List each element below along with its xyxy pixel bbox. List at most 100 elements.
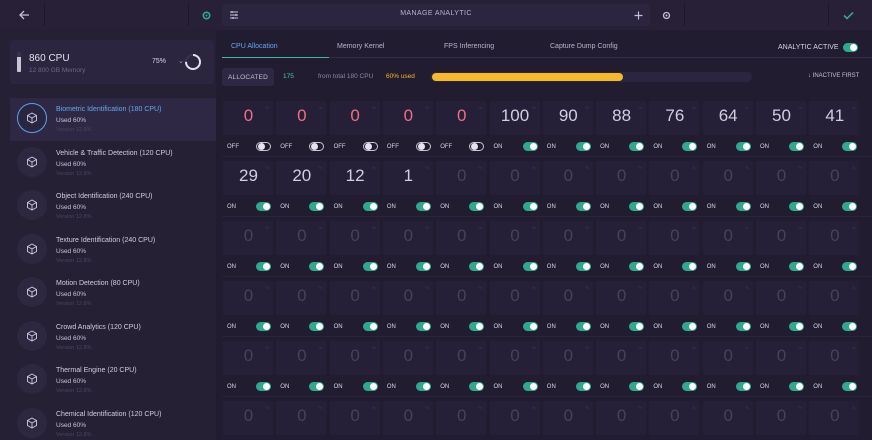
cell-toggle[interactable] xyxy=(522,262,538,271)
cell-toggle[interactable] xyxy=(522,322,538,331)
cell-toggle[interactable] xyxy=(309,382,325,391)
cell-toggle[interactable] xyxy=(842,382,858,391)
cell-toggle[interactable] xyxy=(469,262,485,271)
cell-state-label: ON xyxy=(493,324,503,330)
cell-toggle[interactable] xyxy=(362,262,378,271)
cell-toggle[interactable] xyxy=(629,142,645,151)
check-icon[interactable] xyxy=(838,6,858,24)
cell-toggle[interactable] xyxy=(735,142,751,151)
cpu-percent-select[interactable]: 75% xyxy=(152,58,166,65)
cell-toggle[interactable] xyxy=(362,202,378,211)
allocation-cell: % 100 ON xyxy=(489,100,542,160)
cell-value: 0 xyxy=(510,406,520,425)
cell-toggle[interactable] xyxy=(629,262,645,271)
analytic-item[interactable]: Texture Identification (240 CPU) Used 60%… xyxy=(10,229,216,272)
analytic-name: Thermal Engine (20 CPU) xyxy=(56,367,137,374)
cell-toggle[interactable] xyxy=(309,262,325,271)
cell-toggle[interactable] xyxy=(522,142,538,151)
cell-toggle[interactable] xyxy=(469,382,485,391)
cell-toggle[interactable] xyxy=(309,322,325,331)
cell-toggle[interactable] xyxy=(735,262,751,271)
cell-toggle[interactable] xyxy=(575,142,591,151)
settings-icon[interactable] xyxy=(656,6,676,24)
cell-toggle[interactable] xyxy=(415,382,431,391)
cell-toggle[interactable] xyxy=(842,322,858,331)
cpu-level-fill xyxy=(17,57,21,72)
chevron-down-icon[interactable]: ⌄ xyxy=(178,57,184,65)
cell-state-label: ON xyxy=(600,204,610,210)
cell-toggle[interactable] xyxy=(362,382,378,391)
cell-value: 0 xyxy=(350,406,360,425)
analytic-item[interactable]: Vehicle & Traffic Detection (120 CPU) Use… xyxy=(10,142,216,185)
cell-toggle[interactable] xyxy=(789,142,804,151)
cell-state-label: ON xyxy=(333,384,343,390)
gear-icon[interactable] xyxy=(196,6,216,24)
cell-toggle[interactable] xyxy=(735,322,751,331)
cell-toggle[interactable] xyxy=(682,202,698,211)
cell-state-label: ON xyxy=(546,264,556,270)
cell-toggle[interactable] xyxy=(575,382,591,391)
cell-toggle[interactable] xyxy=(575,262,591,271)
cell-toggle[interactable] xyxy=(735,202,751,211)
cell-toggle[interactable] xyxy=(256,382,271,391)
cell-value: 0 xyxy=(776,226,787,245)
cell-toggle[interactable] xyxy=(309,202,325,211)
cell-toggle[interactable] xyxy=(469,202,485,211)
allocation-cell: %0ON xyxy=(648,160,701,220)
cell-toggle[interactable] xyxy=(682,142,698,151)
cell-toggle[interactable] xyxy=(789,382,804,391)
cell-toggle[interactable] xyxy=(735,382,751,391)
cell-toggle[interactable] xyxy=(682,322,698,331)
allocation-bar: ALLOCATED 175 from total 180 CPU 60% use… xyxy=(222,68,872,86)
sort-inactive-first-button[interactable]: ↓ INACTIVE FIRST xyxy=(808,73,859,79)
cell-toggle[interactable] xyxy=(256,262,271,271)
cell-toggle[interactable] xyxy=(256,322,271,331)
tab-capture-dump-config[interactable]: Capture Dump Config xyxy=(550,43,618,50)
analytic-item[interactable]: Thermal Engine (20 CPU) Used 60% Version 1… xyxy=(10,359,216,402)
cell-toggle[interactable] xyxy=(575,202,591,211)
cell-toggle[interactable] xyxy=(522,382,538,391)
allocated-chip[interactable]: ALLOCATED xyxy=(222,68,274,86)
cell-toggle[interactable] xyxy=(682,382,698,391)
cell-toggle[interactable] xyxy=(469,322,485,331)
cell-toggle[interactable] xyxy=(522,202,538,211)
cell-toggle[interactable] xyxy=(415,322,431,331)
cell-toggle[interactable] xyxy=(575,322,591,331)
allocation-cell: %0ON xyxy=(542,400,595,440)
cell-state-label: ON xyxy=(280,384,290,390)
cell-toggle[interactable] xyxy=(842,142,858,151)
cell-value: 0 xyxy=(456,406,467,425)
cell-toggle[interactable] xyxy=(256,202,271,211)
analytic-item[interactable]: Motion Detection (80 CPU) Used 60% Version… xyxy=(10,272,216,315)
arrow-left-icon[interactable] xyxy=(14,6,34,24)
tab-cpu-allocation[interactable]: CPU Allocation xyxy=(231,43,278,50)
cell-toggle[interactable] xyxy=(362,322,378,331)
analytic-active-toggle[interactable] xyxy=(843,43,858,52)
cell-toggle[interactable] xyxy=(415,142,431,151)
cell-toggle[interactable] xyxy=(789,202,804,211)
analytic-item[interactable]: Crowd Analytics (120 CPU) Used 60% Version… xyxy=(10,316,216,359)
cell-toggle[interactable] xyxy=(629,202,645,211)
analytic-item[interactable]: Object Identification (240 CPU) Used 60% V… xyxy=(10,185,216,228)
cell-toggle[interactable] xyxy=(362,142,378,151)
analytic-version: Version 12.8% xyxy=(56,127,92,133)
analytic-item[interactable]: Chemical Identification (120 CPU) Used 60… xyxy=(10,403,216,440)
cell-toggle[interactable] xyxy=(256,142,271,151)
cell-toggle[interactable] xyxy=(415,202,431,211)
cell-toggle[interactable] xyxy=(629,322,645,331)
plus-icon[interactable] xyxy=(628,6,648,24)
cell-toggle[interactable] xyxy=(309,142,325,151)
cell-toggle[interactable] xyxy=(789,262,804,271)
cell-toggle[interactable] xyxy=(682,262,698,271)
cell-toggle[interactable] xyxy=(415,262,431,271)
cell-toggle[interactable] xyxy=(469,142,485,151)
tab-memory-kernel[interactable]: Memory Kernel xyxy=(337,43,384,50)
tab-fps-inferencing[interactable]: FPS Inferencing xyxy=(444,43,494,50)
cell-toggle[interactable] xyxy=(789,322,804,331)
cell-value: 0 xyxy=(776,346,787,365)
cell-state-label: ON xyxy=(546,324,556,330)
cell-toggle[interactable] xyxy=(842,202,858,211)
cell-toggle[interactable] xyxy=(629,382,645,391)
cell-toggle[interactable] xyxy=(842,262,858,271)
analytic-item[interactable]: Biometric Identification (180 CPU) Used 6… xyxy=(10,98,216,141)
